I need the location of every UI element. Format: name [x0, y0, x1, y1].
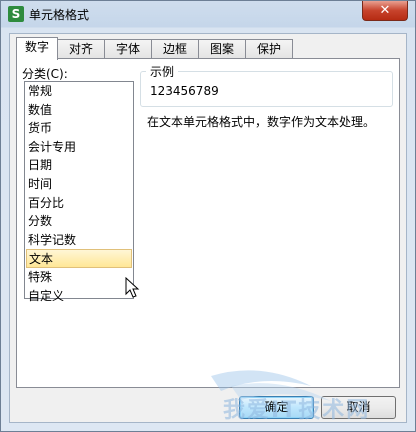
dialog-title: 单元格格式 — [29, 8, 90, 22]
category-item-custom[interactable]: 自定义 — [25, 287, 133, 306]
category-item-number[interactable]: 数值 — [25, 101, 133, 120]
dialog-client-area: 数字 对齐 字体 边框 图案 保护 分类(C): 常规 数值 货币 会计专用 日… — [9, 33, 407, 423]
close-button[interactable]: ✕ — [362, 1, 408, 21]
category-item-text[interactable]: 文本 — [26, 249, 132, 268]
tab-border[interactable]: 边框 — [151, 39, 199, 59]
category-item-accounting[interactable]: 会计专用 — [25, 138, 133, 157]
category-listbox[interactable]: 常规 数值 货币 会计专用 日期 时间 百分比 分数 科学记数 文本 特殊 自定… — [24, 81, 134, 303]
category-item-fraction[interactable]: 分数 — [25, 212, 133, 231]
category-item-percentage[interactable]: 百分比 — [25, 194, 133, 213]
mouse-cursor-icon — [125, 277, 140, 298]
tab-font[interactable]: 字体 — [104, 39, 152, 59]
tab-pattern[interactable]: 图案 — [198, 39, 246, 59]
category-item-scientific[interactable]: 科学记数 — [25, 231, 133, 250]
category-label: 分类(C): — [22, 67, 68, 81]
tab-number[interactable]: 数字 — [16, 37, 58, 60]
app-icon: S — [8, 6, 24, 22]
category-item-special[interactable]: 特殊 — [25, 268, 133, 287]
number-tab-panel: 分类(C): 常规 数值 货币 会计专用 日期 时间 百分比 分数 科学记数 文… — [16, 58, 400, 388]
category-item-date[interactable]: 日期 — [25, 156, 133, 175]
sample-title: 示例 — [146, 63, 179, 80]
sample-value: 123456789 — [150, 84, 219, 98]
tab-alignment[interactable]: 对齐 — [57, 39, 105, 59]
format-description: 在文本单元格格式中，数字作为文本处理。 — [147, 115, 376, 129]
tab-protection[interactable]: 保护 — [245, 39, 293, 59]
title-bar[interactable]: S 单元格格式 ✕ — [1, 1, 415, 27]
category-item-general[interactable]: 常规 — [25, 82, 133, 101]
ok-button[interactable]: 确定 — [239, 396, 314, 419]
category-item-currency[interactable]: 货币 — [25, 119, 133, 138]
category-item-time[interactable]: 时间 — [25, 175, 133, 194]
format-cells-dialog: S 单元格格式 ✕ 数字 对齐 字体 边框 图案 保护 分类(C): 常规 数值… — [0, 0, 416, 432]
cancel-button[interactable]: 取消 — [321, 396, 396, 419]
